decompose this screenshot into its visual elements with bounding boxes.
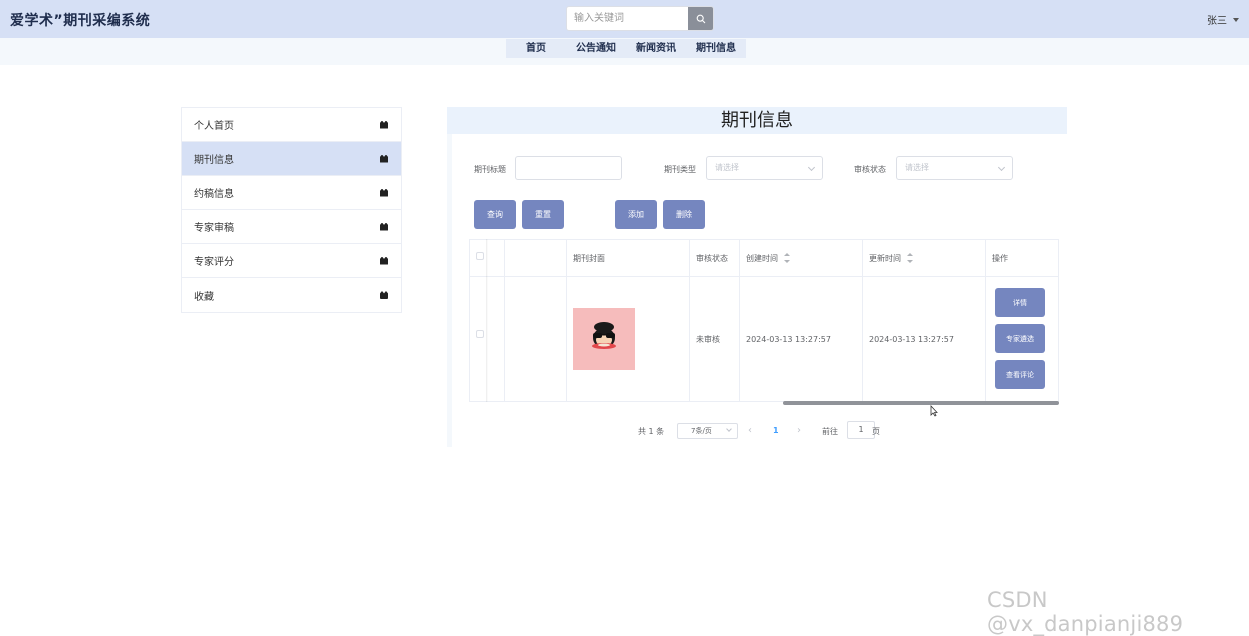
sidebar-item-expert-rating[interactable]: 专家评分: [182, 244, 401, 278]
detail-button[interactable]: 详情: [995, 288, 1045, 317]
row-updated-cell: 2024-03-13 13:27:57: [863, 277, 986, 401]
crown-icon: [380, 154, 388, 163]
filter-status-select[interactable]: 请选择: [896, 156, 1013, 180]
crown-icon: [380, 188, 388, 197]
sidebar-item-journals[interactable]: 期刊信息: [182, 142, 401, 176]
row-checkbox[interactable]: [476, 330, 484, 338]
sidebar-item-label: 期刊信息: [194, 155, 234, 166]
fixed-column-shadow: [486, 239, 488, 402]
page-size-select[interactable]: 7条/页: [677, 423, 738, 439]
page-size-value: 7条/页: [691, 427, 712, 435]
search-button[interactable]: [688, 7, 713, 30]
table-header-created-label: 创建时间: [746, 254, 778, 263]
journal-cover-image[interactable]: [573, 308, 635, 370]
chevron-down-icon: [997, 163, 1006, 172]
prev-page-icon[interactable]: ‹: [748, 423, 752, 439]
user-menu[interactable]: 张三: [1207, 12, 1239, 27]
pagination-total: 共 1 条: [638, 426, 665, 436]
sidebar-item-home[interactable]: 个人首页: [182, 108, 401, 142]
table-header-blank: [505, 240, 567, 277]
filter-title-input[interactable]: [515, 156, 622, 180]
page-unit-label: 页: [872, 426, 880, 436]
row-cover-cell: [567, 277, 690, 401]
crown-icon: [380, 120, 388, 129]
page-title: 期刊信息: [721, 110, 793, 131]
expert-select-button[interactable]: 专家遴选: [995, 324, 1045, 353]
brand-title: 爱学术”期刊采编系统: [10, 13, 151, 29]
goto-label: 前往: [822, 426, 838, 436]
caret-down-icon: [1233, 17, 1239, 22]
monkey-face-icon: [592, 322, 616, 349]
sidebar-item-favorites[interactable]: 收藏: [182, 278, 401, 312]
filter-title-label: 期刊标题: [474, 165, 506, 174]
top-header: 爱学术”期刊采编系统 张三: [0, 0, 1249, 38]
main-nav: 首页 公告通知 新闻资讯 期刊信息: [506, 39, 746, 58]
table-header-updated[interactable]: 更新时间: [863, 240, 986, 277]
table-horizontal-scrollbar[interactable]: [469, 400, 1059, 406]
sidebar-item-label: 个人首页: [194, 121, 234, 132]
nav-home[interactable]: 首页: [506, 39, 566, 58]
sidebar-item-label: 约稿信息: [194, 189, 234, 200]
page-number-current[interactable]: 1: [773, 423, 779, 439]
chevron-down-icon: [726, 426, 732, 432]
nav-announcements[interactable]: 公告通知: [566, 39, 626, 58]
search-input[interactable]: [567, 7, 690, 30]
crown-icon: [380, 291, 388, 299]
filter-type-placeholder: 请选择: [715, 163, 739, 172]
search-box: [566, 6, 714, 31]
sidebar: 个人首页 期刊信息 约稿信息 专家审稿 专家评分 收藏: [181, 107, 402, 313]
view-comments-button[interactable]: 查看评论: [995, 360, 1045, 389]
search-icon: [696, 14, 705, 23]
sort-icon: [784, 252, 790, 263]
row-actions-cell: 详情 专家遴选 查看评论: [986, 277, 1058, 401]
delete-button[interactable]: 删除: [663, 200, 705, 229]
main-panel: 期刊信息 期刊标题 期刊类型 请选择 审核状态 请选择 查询 重置 添加 删除 …: [447, 107, 1067, 447]
nav-journals[interactable]: 期刊信息: [686, 39, 746, 58]
select-all-checkbox[interactable]: [476, 252, 484, 260]
row-status-cell: 未审核: [690, 277, 740, 401]
goto-page-input[interactable]: 1: [847, 421, 875, 439]
filter-type-select[interactable]: 请选择: [706, 156, 823, 180]
table-header-updated-label: 更新时间: [869, 254, 901, 263]
row-created-cell: 2024-03-13 13:27:57: [740, 277, 863, 401]
crown-icon: [380, 222, 388, 231]
filter-status-label: 审核状态: [854, 165, 886, 174]
mouse-cursor-icon: [930, 405, 938, 417]
sidebar-item-label: 专家审稿: [194, 223, 234, 234]
user-name: 张三: [1207, 16, 1227, 27]
table-header-created[interactable]: 创建时间: [740, 240, 863, 277]
nav-news[interactable]: 新闻资讯: [626, 39, 686, 58]
row-blank-cell: [505, 277, 567, 401]
sidebar-item-label: 收藏: [194, 291, 214, 303]
crown-icon: [380, 256, 388, 265]
filter-status-placeholder: 请选择: [905, 163, 929, 172]
table-header-cover: 期刊封面: [567, 240, 690, 277]
add-button[interactable]: 添加: [615, 200, 657, 229]
table-header-status: 审核状态: [690, 240, 740, 277]
journal-table: 期刊封面 审核状态 创建时间 更新时间 操作 未审核 2024-03-13 13…: [469, 239, 1059, 402]
chevron-down-icon: [807, 163, 816, 172]
sidebar-item-label: 专家评分: [194, 257, 234, 268]
watermark: CSDN @vx_danpianji889: [987, 588, 1184, 636]
next-page-icon[interactable]: ›: [797, 423, 801, 439]
sort-icon: [907, 252, 913, 263]
panel-body: 期刊标题 期刊类型 请选择 审核状态 请选择 查询 重置 添加 删除 期刊封面 …: [452, 134, 1067, 447]
filter-type-label: 期刊类型: [664, 165, 696, 174]
query-button[interactable]: 查询: [474, 200, 516, 229]
scrollbar-thumb[interactable]: [783, 401, 1059, 405]
reset-button[interactable]: 重置: [522, 200, 564, 229]
table-header-actions: 操作: [986, 240, 1058, 277]
sidebar-item-expert-review[interactable]: 专家审稿: [182, 210, 401, 244]
sidebar-item-invitations[interactable]: 约稿信息: [182, 176, 401, 210]
